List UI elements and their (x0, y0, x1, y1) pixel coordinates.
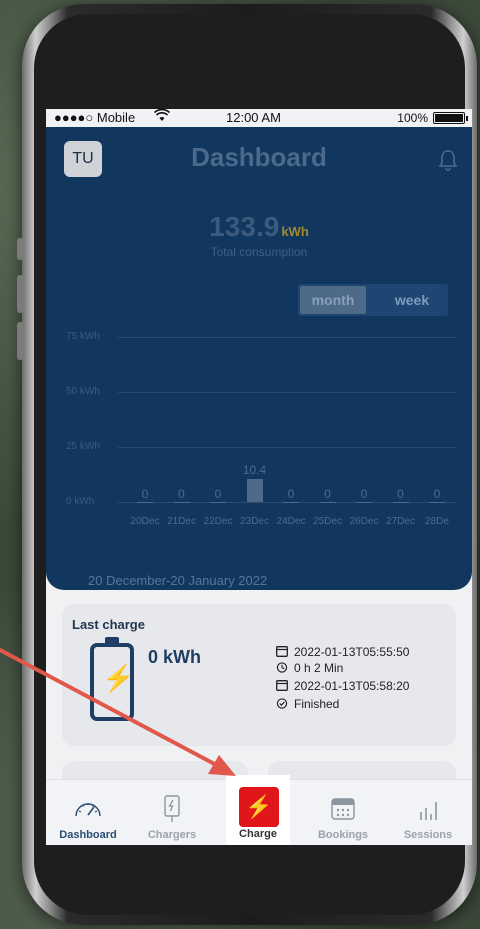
x-tick-label: 24Dec (276, 516, 306, 527)
chart-bar[interactable] (246, 479, 263, 502)
date-range: 20 December-20 January 2022 (88, 573, 268, 588)
y-tick-label: 50 kWh (66, 386, 100, 397)
wifi-icon (153, 109, 171, 126)
bar-value-label: 0 (433, 487, 441, 501)
volume-down-button (17, 322, 24, 360)
lightning-icon: ⚡ (245, 794, 273, 819)
x-tick-label: 28De (425, 516, 449, 527)
clock-icon (276, 662, 288, 673)
page-title: Dashboard (191, 142, 327, 172)
calendar-icon (276, 646, 288, 657)
check-circle-icon (276, 698, 288, 709)
chart-bar[interactable] (319, 502, 336, 503)
charge-button[interactable]: ⚡ (239, 787, 279, 827)
tab-sessions-label: Sessions (403, 829, 453, 841)
bell-icon[interactable] (438, 149, 458, 171)
tab-charge-label: Charge (239, 828, 277, 840)
tab-bookings[interactable]: Bookings (301, 780, 385, 845)
volume-up-button (17, 275, 24, 313)
bar-value-label: 0 (397, 487, 404, 501)
toggle-month[interactable]: month (300, 286, 366, 314)
x-tick-label: 26Dec (349, 516, 379, 527)
last-charge-duration: 0 h 2 Min (276, 661, 343, 675)
x-tick-label: 22Dec (203, 516, 233, 527)
y-tick-label: 25 kWh (66, 441, 100, 452)
x-tick-label: 27Dec (386, 516, 415, 527)
total-unit: kWh (281, 224, 309, 239)
bar-value-label: 0 (214, 487, 222, 501)
period-toggle: month week (298, 284, 448, 316)
bar-chart-icon (420, 802, 437, 820)
calendar-icon (276, 680, 288, 691)
battery-charging-icon: ⚡ (90, 637, 134, 721)
chart-gridline (118, 337, 456, 338)
chart-bar[interactable] (137, 502, 153, 503)
status-bar: ●●●●○ Mobile 12:00 AM 100% (46, 109, 472, 127)
tab-bookings-label: Bookings (317, 829, 369, 841)
charger-icon (164, 795, 180, 822)
mute-switch (17, 238, 24, 260)
x-tick-label: 20Dec (130, 516, 160, 527)
app-screen: ●●●●○ Mobile 12:00 AM 100% TU Dashboard … (46, 109, 472, 845)
duration: 0 h 2 Min (294, 661, 344, 675)
dashboard-hero: TU Dashboard 133.9 kWh Total consumption … (46, 127, 472, 590)
battery-percentage: 100% (397, 111, 428, 125)
last-charge-energy: 0 kWh (148, 647, 202, 667)
toggle-week[interactable]: week (376, 284, 448, 316)
x-tick-label: 25Dec (313, 516, 342, 527)
chart-bar[interactable] (210, 502, 226, 503)
speedometer-icon (75, 803, 101, 817)
tab-chargers[interactable]: Chargers (130, 780, 214, 845)
start-time: 2022-01-13T05:55:50 (294, 645, 410, 659)
chart-gridline (118, 392, 456, 393)
chart-bar[interactable] (392, 502, 409, 503)
y-tick-label: 75 kWh (66, 331, 100, 342)
total-label: Total consumption (210, 245, 308, 259)
last-charge-start: 2022-01-13T05:55:50 (276, 645, 409, 659)
total-consumption: 133.9 kWh Total consumption (46, 211, 472, 259)
carrier-signal: ●●●●○ Mobile (54, 110, 136, 125)
x-tick-label: 21Dec (167, 516, 196, 527)
battery-icon (433, 112, 468, 124)
x-tick-label: 23Dec (240, 516, 269, 527)
bar-value-label: 0 (360, 487, 368, 501)
bar-value-label: 0 (324, 487, 331, 501)
bar-value-label: 0 (141, 487, 149, 501)
consumption-chart: 0 kWh 25 kWh 50 kWh 75 kWh 0 20Dec 0 21Dec 0 22De… (66, 322, 456, 542)
end-time: 2022-01-13T05:58:20 (294, 679, 410, 693)
last-charge-end: 2022-01-13T05:58:20 (276, 679, 409, 693)
bar-value-label: 0 (287, 487, 295, 501)
calendar-icon (331, 798, 355, 820)
chart-gridline (118, 447, 456, 448)
chart-bar[interactable] (173, 502, 190, 503)
tab-dashboard-label: Dashboard (59, 829, 117, 841)
total-value: 133.9 (209, 211, 280, 242)
charge-status: Finished (294, 697, 340, 711)
tab-sessions[interactable]: Sessions (386, 780, 470, 845)
status-time: 12:00 AM (226, 110, 281, 125)
chart-bar[interactable] (283, 502, 299, 503)
chart-bar[interactable] (356, 502, 372, 503)
last-charge-status: Finished (276, 697, 339, 711)
tab-dashboard[interactable]: Dashboard (46, 780, 130, 845)
bar-value-label: 10.4 (242, 463, 267, 478)
chart-bar[interactable] (429, 502, 445, 503)
y-tick-label: 0 kWh (66, 496, 95, 507)
last-charge-title: Last charge (72, 617, 145, 632)
tab-chargers-label: Chargers (147, 829, 197, 841)
bar-value-label: 0 (178, 487, 185, 501)
